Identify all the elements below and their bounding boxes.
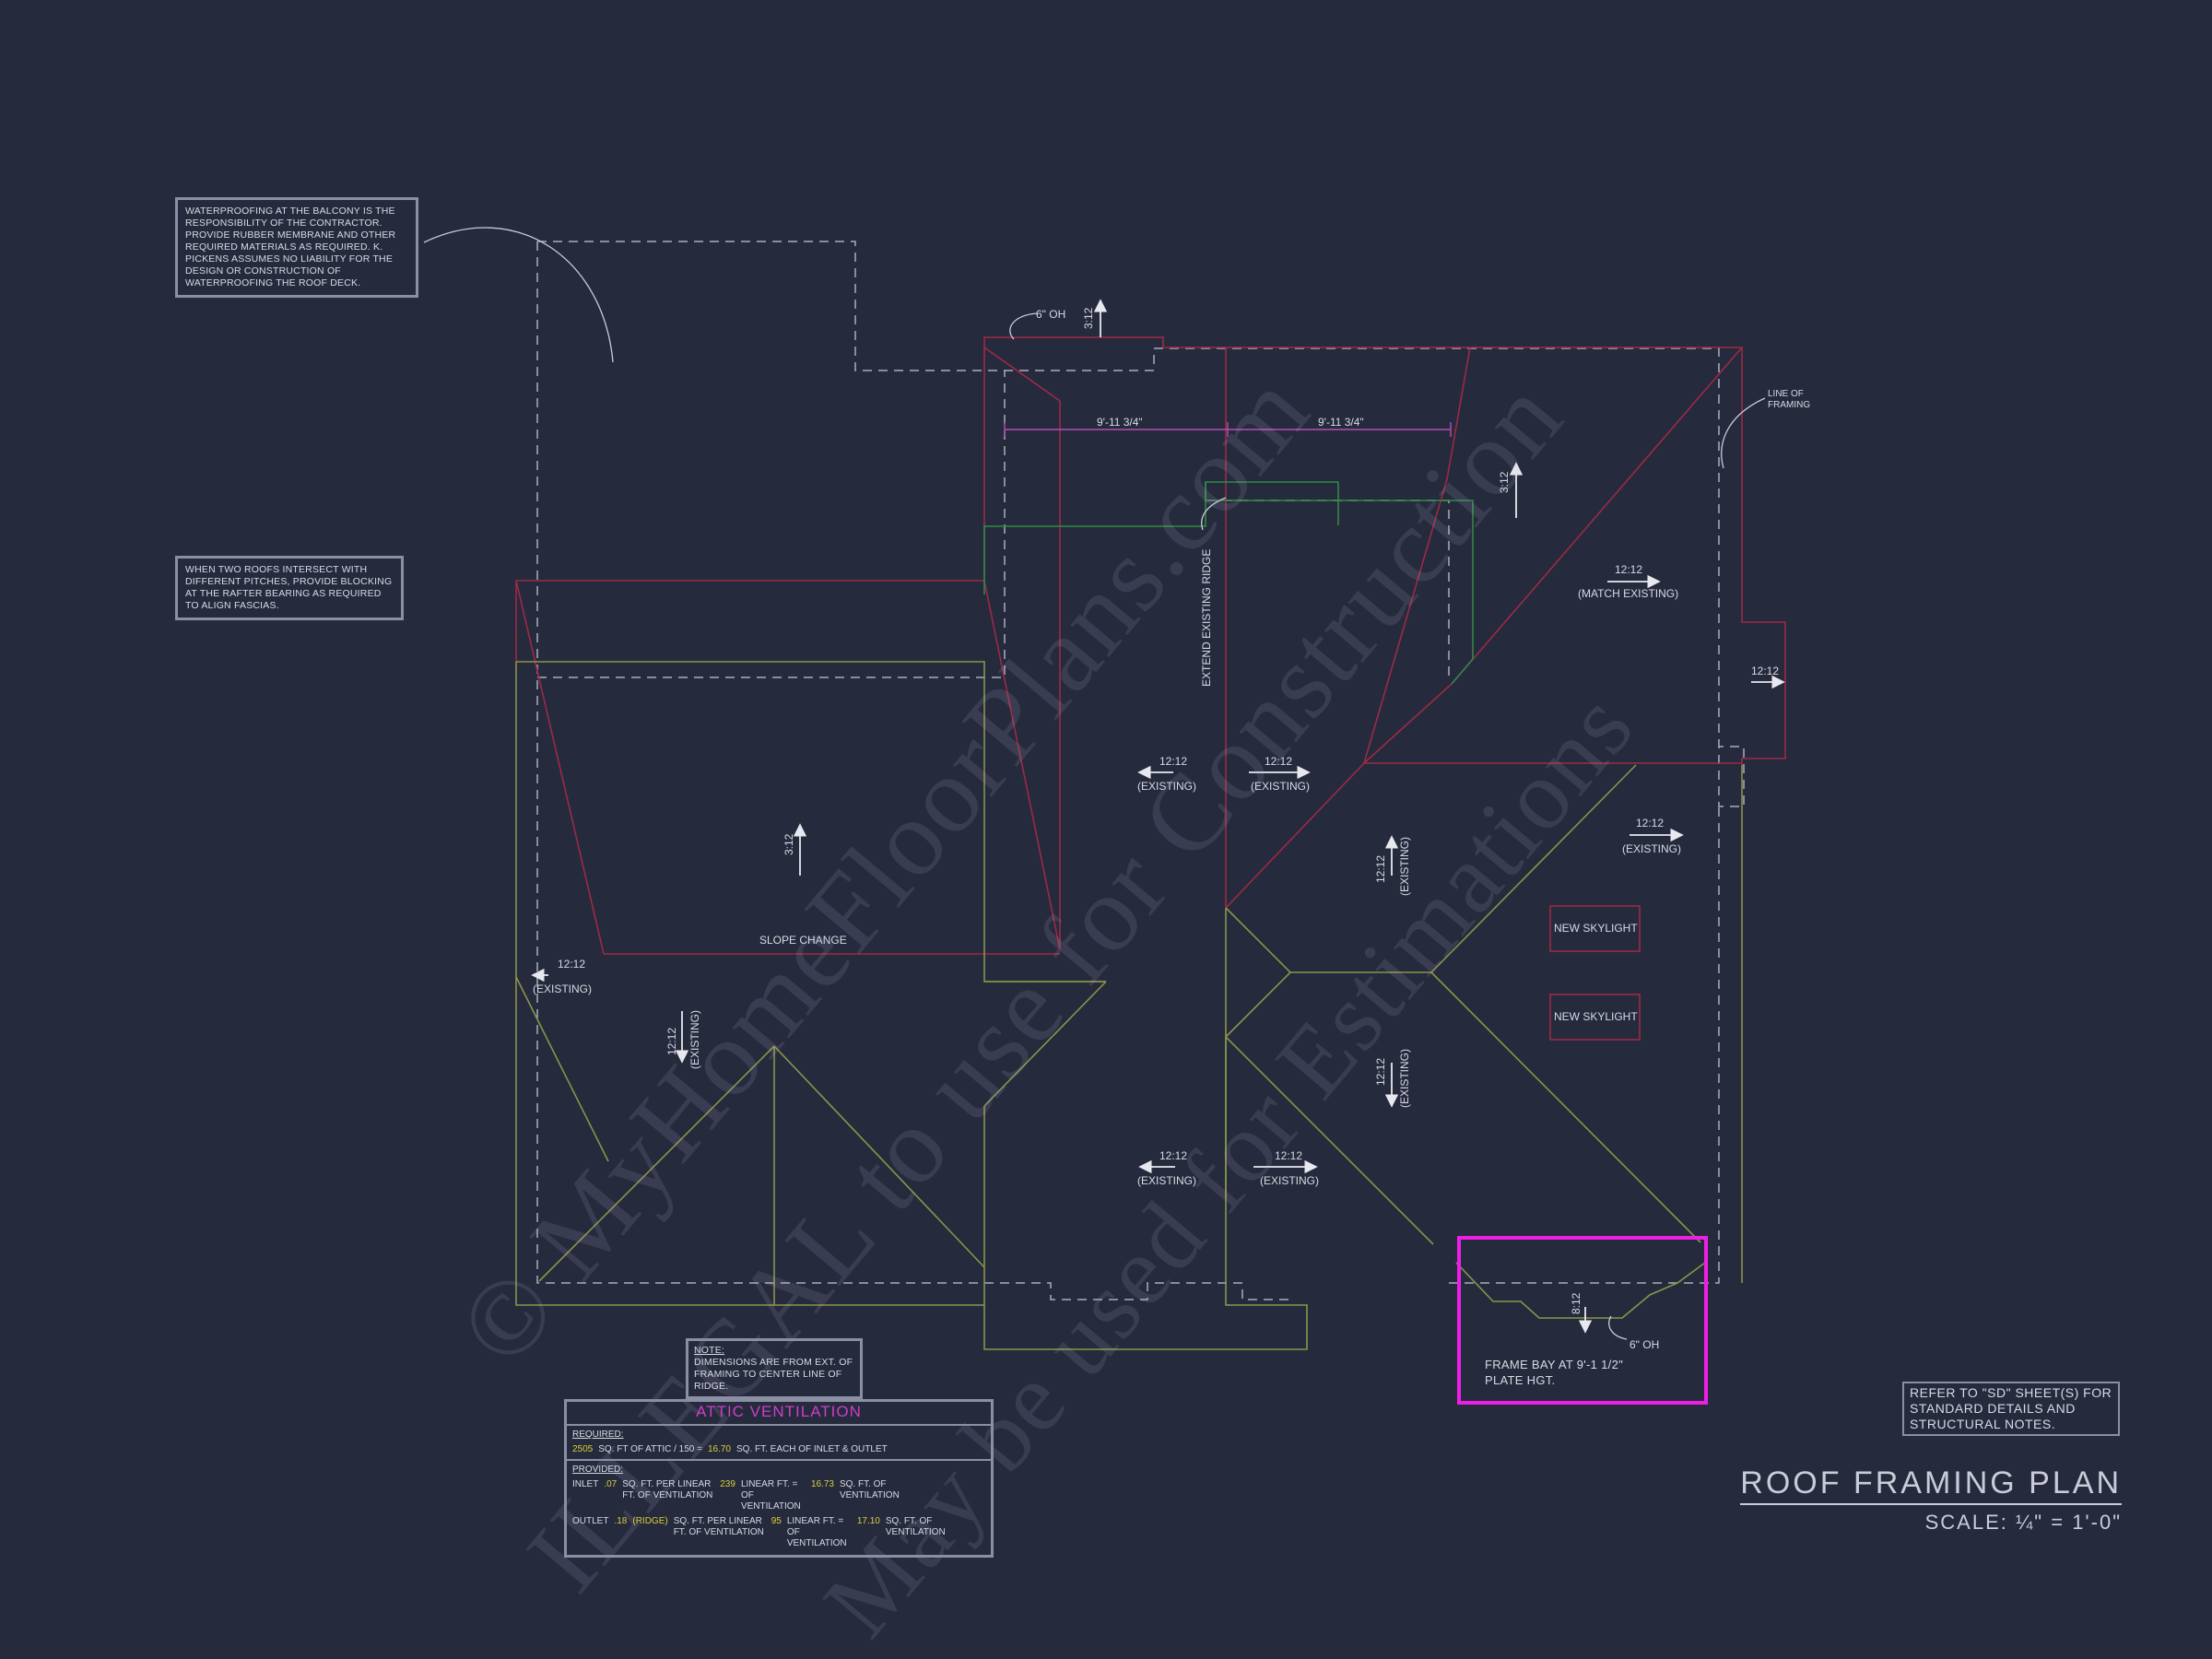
outlet-length: 95 bbox=[771, 1516, 782, 1526]
attic-required-section: REQUIRED: 2505 SQ. FT OF ATTIC / 150 = 1… bbox=[567, 1426, 991, 1459]
skylight-1-label: NEW SKYLIGHT bbox=[1554, 922, 1638, 935]
attic-ventilation-table: ATTIC VENTILATION REQUIRED: 2505 SQ. FT … bbox=[564, 1399, 994, 1558]
match-existing-label: (MATCH EXISTING) bbox=[1578, 587, 1678, 600]
required-result: 16.70 bbox=[707, 1444, 731, 1454]
pitch-1212-e: 12:12 bbox=[558, 958, 585, 971]
pitch-1212-d: 12:12 bbox=[1374, 855, 1387, 883]
inlet-row: INLET .07 SQ. FT. PER LINEAR FT. OF VENT… bbox=[572, 1479, 985, 1512]
dim-left-label: 9'-11 3/4" bbox=[1097, 416, 1143, 429]
inlet-rate: .07 bbox=[604, 1479, 618, 1489]
dimensions-note-label: NOTE: bbox=[694, 1345, 725, 1356]
waterproofing-note: WATERPROOFING AT THE BALCONY IS THE RESP… bbox=[175, 197, 418, 298]
required-sqft: 2505 bbox=[572, 1444, 594, 1454]
inlet-length: 239 bbox=[720, 1479, 735, 1489]
outlet-text-1: SQ. FT. PER LINEAR FT. OF VENTILATION bbox=[673, 1516, 764, 1537]
refer-sd-note: REFER TO "SD" SHEET(S) FOR STANDARD DETA… bbox=[1902, 1382, 2120, 1436]
inlet-text-1: SQ. FT. PER LINEAR FT. OF VENTILATION bbox=[622, 1479, 713, 1500]
attic-provided-section: PROVIDED: INLET .07 SQ. FT. PER LINEAR F… bbox=[567, 1459, 991, 1553]
inlet-total: 16.73 bbox=[810, 1479, 834, 1489]
outlet-text-3: SQ. FT. OF VENTILATION bbox=[885, 1516, 946, 1537]
inlet-label: INLET bbox=[572, 1479, 599, 1489]
existing-c: (EXISTING) bbox=[1622, 842, 1681, 855]
pitch-1212-c: 12:12 bbox=[1636, 817, 1664, 830]
pitch-312-top: 3:12 bbox=[1082, 307, 1095, 329]
existing-e: (EXISTING) bbox=[533, 982, 592, 995]
required-label: REQUIRED: bbox=[572, 1430, 624, 1440]
title-block: ROOF FRAMING PLAN SCALE: ¼" = 1'-0" bbox=[1740, 1465, 2122, 1535]
outlet-text-2: LINEAR FT. = OF VENTILATION bbox=[786, 1516, 847, 1548]
pitch-312-left: 3:12 bbox=[782, 833, 795, 855]
inlet-text-3: SQ. FT. OF VENTILATION bbox=[839, 1479, 900, 1500]
outlet-type: (RIDGE) bbox=[632, 1516, 668, 1526]
plan-scale: SCALE: ¼" = 1'-0" bbox=[1924, 1511, 2122, 1534]
dimensions-note-text: DIMENSIONS ARE FROM EXT. OF FRAMING TO C… bbox=[694, 1357, 853, 1392]
oh-top-label: 6" OH bbox=[1036, 308, 1065, 321]
line-of-framing-1: LINE OF bbox=[1768, 389, 1804, 399]
plan-title: ROOF FRAMING PLAN bbox=[1740, 1465, 2122, 1505]
line-of-framing-2: FRAMING bbox=[1768, 400, 1810, 410]
required-row: 2505 SQ. FT OF ATTIC / 150 = 16.70 SQ. F… bbox=[572, 1444, 985, 1455]
outlet-total: 17.10 bbox=[856, 1516, 880, 1526]
existing-g: (EXISTING) bbox=[1398, 1049, 1411, 1108]
attic-title: ATTIC VENTILATION bbox=[567, 1402, 991, 1426]
pitch-1212-farright: 12:12 bbox=[1751, 665, 1779, 677]
skylight-2-label: NEW SKYLIGHT bbox=[1554, 1010, 1638, 1023]
dimensions-note: NOTE: DIMENSIONS ARE FROM EXT. OF FRAMIN… bbox=[686, 1338, 863, 1399]
required-text-2: SQ. FT. EACH OF INLET & OUTLET bbox=[736, 1444, 888, 1454]
inlet-text-2: LINEAR FT. = OF VENTILATION bbox=[740, 1479, 801, 1512]
roof-intersect-note: WHEN TWO ROOFS INTERSECT WITH DIFFERENT … bbox=[175, 556, 404, 620]
frame-bay-label: FRAME BAY AT 9'-1 1/2" PLATE HGT. bbox=[1485, 1358, 1624, 1387]
outlet-rate: .18 bbox=[614, 1516, 628, 1526]
provided-label: PROVIDED: bbox=[572, 1465, 624, 1475]
required-text-1: SQ. FT OF ATTIC / 150 = bbox=[598, 1444, 702, 1454]
pitch-1212-match: 12:12 bbox=[1615, 563, 1642, 576]
outlet-label: OUTLET bbox=[572, 1516, 609, 1526]
outlet-row: OUTLET .18 (RIDGE) SQ. FT. PER LINEAR FT… bbox=[572, 1516, 985, 1549]
